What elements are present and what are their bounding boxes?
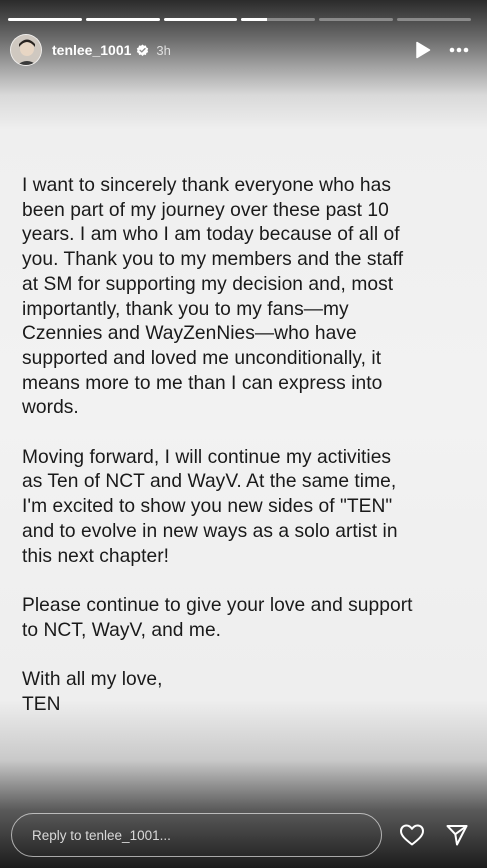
progress-segment — [85, 18, 160, 21]
avatar[interactable] — [10, 34, 42, 66]
progress-segment — [397, 18, 471, 21]
paragraph-3: Please continue to give your love and su… — [22, 594, 413, 641]
heart-icon — [400, 824, 424, 846]
paragraph-2: Moving forward, I will continue my activ… — [22, 446, 398, 567]
more-icon — [449, 47, 469, 53]
story-viewer[interactable]: tenlee_1001 3h I want to sincerely thank… — [0, 0, 487, 868]
play-button[interactable] — [415, 41, 431, 59]
reply-input[interactable] — [11, 813, 382, 857]
progress-segment-fill — [163, 18, 238, 21]
send-button[interactable] — [445, 823, 469, 847]
story-text: I want to sincerely thank everyone who h… — [22, 174, 467, 717]
post-time: 3h — [156, 42, 171, 58]
story-progress-bar — [8, 18, 471, 21]
reply-bar — [11, 813, 473, 857]
progress-segment-fill — [8, 18, 82, 21]
like-button[interactable] — [399, 823, 425, 847]
verified-badge-icon — [137, 43, 149, 56]
paragraph-1: I want to sincerely thank everyone who h… — [22, 175, 404, 419]
progress-segment-fill — [241, 18, 268, 21]
progress-segment — [241, 18, 316, 21]
progress-segment — [8, 18, 82, 21]
play-icon — [416, 41, 431, 59]
progress-segment — [163, 18, 238, 21]
reply-actions — [399, 823, 473, 847]
more-options-button[interactable] — [449, 47, 469, 53]
avatar-image — [11, 35, 41, 65]
header-actions — [415, 41, 469, 59]
progress-segment — [319, 18, 394, 21]
paragraph-4: With all my love, TEN — [22, 669, 163, 715]
username[interactable]: tenlee_1001 — [52, 42, 131, 58]
story-header: tenlee_1001 3h — [10, 33, 469, 67]
progress-segment-fill — [85, 18, 160, 21]
send-icon — [446, 825, 468, 846]
